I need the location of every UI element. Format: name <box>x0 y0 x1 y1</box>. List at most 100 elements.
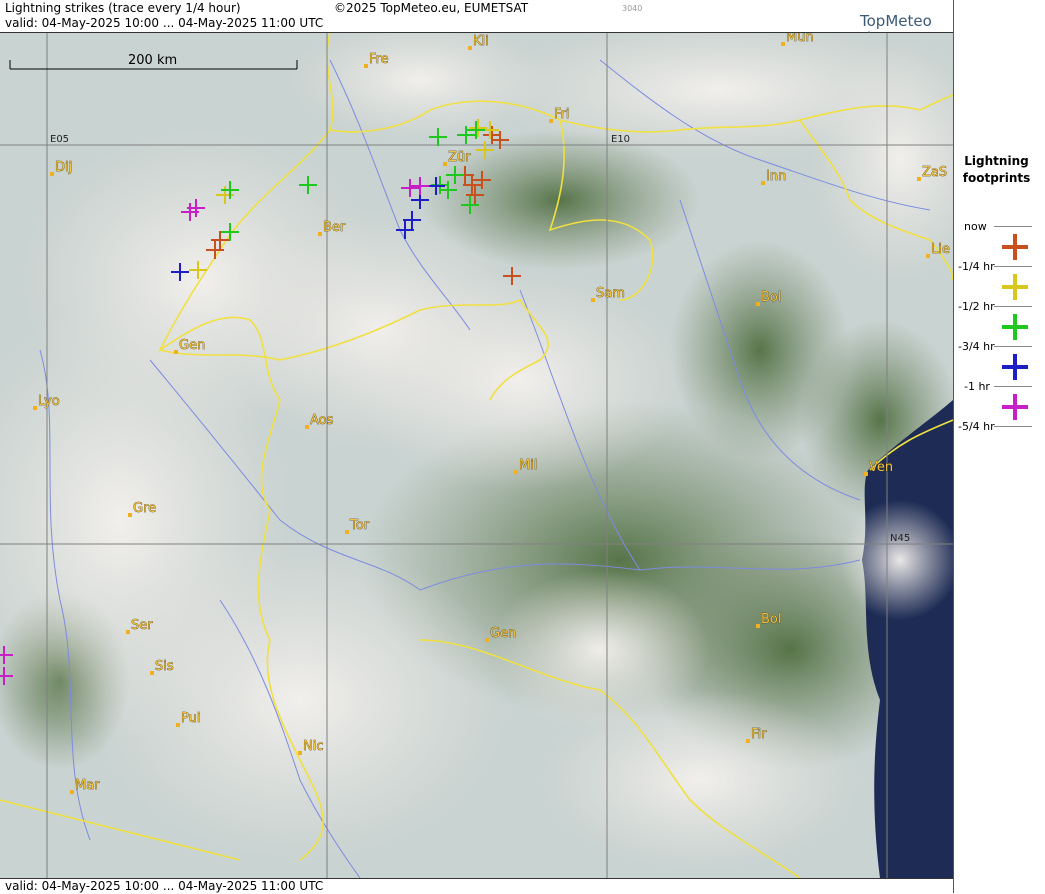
legend-title-line1: Lightning <box>964 154 1029 168</box>
legend-label-hour: -1 hr <box>964 380 990 393</box>
city-marker: Zür <box>443 150 471 166</box>
city-marker: ZaS <box>917 165 947 181</box>
city-marker: Ber <box>318 220 346 236</box>
city-marker: Ser <box>126 618 154 634</box>
city-dot <box>33 406 37 410</box>
legend-divider <box>994 306 1032 307</box>
city-dot <box>50 172 54 176</box>
city-label: Ber <box>323 220 346 235</box>
legend-cross-half-icon <box>1002 314 1028 340</box>
city-label: Mar <box>75 778 100 793</box>
map-title: Lightning strikes (trace every 1/4 hour) <box>5 1 241 15</box>
city-dot <box>756 302 760 306</box>
legend-cross-three-quarter-icon <box>1002 354 1028 380</box>
grid-label-e05: E05 <box>50 134 69 145</box>
city-label: Bol <box>761 290 781 305</box>
city-dot <box>318 232 322 236</box>
city-dot <box>781 42 785 46</box>
city-dot <box>549 119 553 123</box>
city-marker: Gre <box>128 501 156 517</box>
footer-valid-time: valid: 04-May-2025 10:00 ... 04-May-2025… <box>5 879 324 893</box>
legend-divider <box>994 386 1032 387</box>
city-label: Kli <box>473 34 489 49</box>
city-dot <box>485 638 489 642</box>
legend-cross-quarter-icon <box>1002 274 1028 300</box>
city-dot <box>756 624 760 628</box>
city-dot <box>176 723 180 727</box>
city-dot <box>364 64 368 68</box>
city-dot <box>746 739 750 743</box>
scale-bar-label: 200 km <box>128 53 177 68</box>
city-label: Gre <box>133 501 156 516</box>
city-marker: Gen <box>174 338 206 354</box>
city-label: ZaS <box>922 165 947 180</box>
city-marker: Gen <box>485 626 517 642</box>
city-label: Dij <box>55 160 72 175</box>
city-label: Ven <box>869 460 893 475</box>
city-dot <box>761 181 765 185</box>
grid-label-n45: N45 <box>890 533 910 544</box>
legend-title-line2: footprints <box>962 171 1031 185</box>
legend-cross-hour-icon <box>1002 394 1028 420</box>
city-dot <box>298 751 302 755</box>
legend-title: Lightning footprints <box>954 153 1039 187</box>
city-label: Zür <box>448 150 471 165</box>
legend-cross-now-icon <box>1002 234 1028 260</box>
city-label: Mun <box>786 33 814 45</box>
legend-label-quarter: -1/4 hr <box>958 260 995 273</box>
city-dot <box>174 350 178 354</box>
city-label: Gen <box>490 626 516 641</box>
city-label: Fri <box>554 107 570 122</box>
map-canvas: E05 E10 N45 200 km Kli Mun Fre Fri Dij Zür Inn… <box>0 33 953 878</box>
city-label: Aos <box>310 413 334 428</box>
city-dot <box>864 472 868 476</box>
legend-panel: Lightning footprints now -1/4 hr -1/2 hr… <box>953 0 1045 893</box>
legend-divider <box>994 426 1032 427</box>
city-dot <box>126 630 130 634</box>
brand-name: TopMeteo <box>860 12 932 30</box>
city-label: Pui <box>181 711 200 726</box>
city-dot <box>305 425 309 429</box>
legend-label-half: -1/2 hr <box>958 300 995 313</box>
city-label: Bol <box>761 612 781 627</box>
copyright: ©2025 TopMeteo.eu, EUMETSAT <box>334 1 529 15</box>
city-label: Sis <box>155 659 174 674</box>
city-dot <box>70 790 74 794</box>
city-label: Fre <box>369 52 389 67</box>
satellite-map[interactable]: E05 E10 N45 200 km Kli Mun Fre Fri Dij Zür Inn… <box>0 33 953 878</box>
city-label: Fir <box>751 727 767 742</box>
city-dot <box>591 298 595 302</box>
city-marker: Ven <box>864 460 893 476</box>
legend-divider <box>994 266 1032 267</box>
city-dot <box>150 671 154 675</box>
legend-label-five-quarter: -5/4 hr <box>958 420 995 433</box>
city-marker: Mar <box>70 778 100 794</box>
city-dot <box>917 177 921 181</box>
legend-row-five-quarter: -5/4 hr <box>954 420 1045 466</box>
legend-label-now: now <box>964 220 987 233</box>
city-label: Nic <box>303 739 323 754</box>
header: Lightning strikes (trace every 1/4 hour)… <box>0 0 953 52</box>
map-code: 3040 <box>622 4 643 13</box>
footer: valid: 04-May-2025 10:00 ... 04-May-2025… <box>0 878 953 894</box>
legend-divider <box>994 346 1032 347</box>
city-label: Sam <box>596 286 625 301</box>
city-label: Inn <box>766 169 786 184</box>
city-dot <box>443 162 447 166</box>
city-marker: Aos <box>305 413 334 429</box>
city-label: Mil <box>519 458 537 473</box>
city-dot <box>926 254 930 258</box>
grid-label-e10: E10 <box>611 134 630 145</box>
city-label: Lie <box>931 242 950 257</box>
city-dot <box>345 530 349 534</box>
city-marker: Sam <box>591 286 625 302</box>
city-label: Gen <box>179 338 205 353</box>
city-dot <box>128 513 132 517</box>
city-dot <box>514 470 518 474</box>
city-label: Tor <box>349 518 370 533</box>
city-dot <box>468 46 472 50</box>
city-marker: Mun <box>781 33 814 46</box>
city-label: Lyo <box>38 394 60 409</box>
legend-label-three-quarter: -3/4 hr <box>958 340 995 353</box>
legend-divider <box>994 226 1032 227</box>
